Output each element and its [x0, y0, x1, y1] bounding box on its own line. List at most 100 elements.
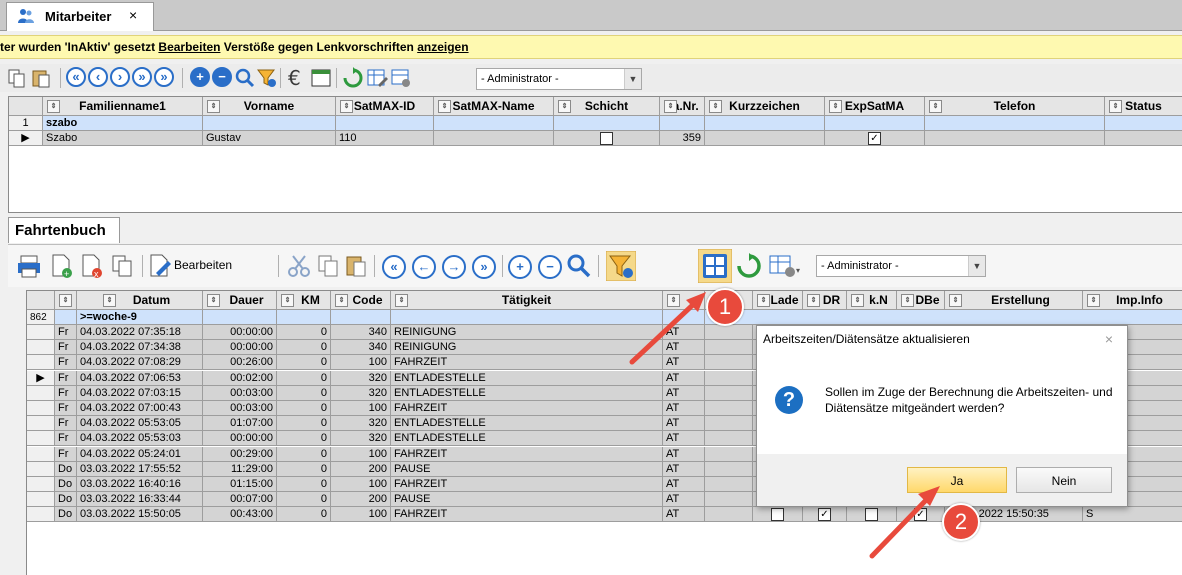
cell-empty[interactable] — [705, 401, 753, 416]
filter-km[interactable] — [277, 310, 331, 325]
filter-status[interactable] — [1105, 116, 1182, 131]
tab-mitarbeiter[interactable]: Mitarbeiter × — [6, 2, 154, 31]
filter-satmax-name[interactable] — [434, 116, 554, 131]
cell-typ[interactable]: AT — [663, 370, 705, 386]
cell-code[interactable]: 320 — [331, 385, 391, 401]
yes-button[interactable]: Ja — [907, 467, 1007, 493]
cell-dauer[interactable]: 00:00:00 — [203, 340, 277, 356]
cell-km[interactable]: 0 — [277, 446, 331, 462]
row-selector[interactable] — [27, 507, 55, 523]
cell-code[interactable]: 200 — [331, 492, 391, 508]
cell-taetigkeit[interactable]: FAHRZEIT — [391, 507, 663, 523]
copy-icon[interactable] — [316, 253, 340, 279]
cell-dauer[interactable]: 00:00:00 — [203, 431, 277, 447]
cell-satmax-id[interactable]: 110 — [336, 131, 434, 146]
table-settings-icon[interactable]: ▾ — [768, 253, 800, 279]
cell-dauer[interactable]: 00:02:00 — [203, 370, 277, 386]
cell-tag[interactable]: Fr — [55, 325, 77, 340]
column-header-dbe[interactable]: ⇕ DBe — [897, 291, 945, 310]
cell-expsatma[interactable]: ✓ — [825, 131, 925, 146]
cell-km[interactable]: 0 — [277, 507, 331, 523]
row-selector[interactable] — [27, 355, 55, 371]
refresh-icon[interactable] — [342, 67, 364, 89]
cell-code[interactable]: 340 — [331, 340, 391, 356]
cell-taetigkeit[interactable]: FAHRZEIT — [391, 446, 663, 462]
cell-tag[interactable]: Fr — [55, 401, 77, 416]
cell-code[interactable]: 100 — [331, 507, 391, 523]
filter-icon[interactable] — [606, 251, 636, 281]
row-selector[interactable] — [27, 340, 55, 356]
filter-schicht[interactable] — [554, 116, 660, 131]
cell-tag[interactable]: Fr — [55, 385, 77, 401]
cell-code[interactable]: 200 — [331, 461, 391, 477]
edit-table-icon[interactable] — [366, 67, 388, 89]
print-icon[interactable] — [16, 253, 42, 279]
cell-dauer[interactable]: 00:29:00 — [203, 446, 277, 462]
filter-tag[interactable] — [55, 310, 77, 325]
column-header-telefon[interactable]: ⇕ Telefon — [925, 97, 1105, 116]
filter-typ[interactable] — [663, 310, 705, 325]
cell-satmax-name[interactable] — [434, 131, 554, 146]
cell-datum[interactable]: 03.03.2022 16:40:16 — [77, 477, 203, 492]
cell-code[interactable]: 100 — [331, 477, 391, 492]
row-selector[interactable]: ▶ — [9, 131, 43, 146]
paste-icon[interactable] — [344, 253, 368, 279]
cell-km[interactable]: 0 — [277, 385, 331, 401]
cell-typ[interactable]: AT — [663, 431, 705, 447]
row-checkbox[interactable] — [771, 507, 784, 521]
cell-datum[interactable]: 04.03.2022 07:34:38 — [77, 340, 203, 356]
column-header-expsatma[interactable]: ⇕ ExpSatMA — [825, 97, 925, 116]
cell-taetigkeit[interactable]: ENTLADESTELLE — [391, 431, 663, 447]
column-header-dauer[interactable]: ⇕ Dauer — [203, 291, 277, 310]
cell-datum[interactable]: 04.03.2022 07:00:43 — [77, 401, 203, 416]
cell-tag[interactable]: Fr — [55, 446, 77, 462]
cell-checkbox[interactable]: ✓ — [803, 507, 847, 523]
column-header-kn[interactable]: ⇕ k.N — [847, 291, 897, 310]
cell-datum[interactable]: 04.03.2022 05:53:03 — [77, 431, 203, 447]
cell-dauer[interactable]: 00:03:00 — [203, 385, 277, 401]
filter-fanr[interactable] — [660, 116, 705, 131]
cell-typ[interactable]: AT — [663, 416, 705, 432]
new-record-icon[interactable]: + — [50, 253, 74, 279]
cell-empty[interactable] — [705, 385, 753, 401]
delete-record-icon[interactable]: x — [80, 253, 104, 279]
cell-dauer[interactable]: 01:07:00 — [203, 416, 277, 432]
filter-icon[interactable] — [256, 67, 278, 89]
previous-record-icon[interactable]: ← — [412, 255, 436, 279]
fahrtenbuch-profile-select[interactable]: - Administrator - ▼ — [816, 255, 986, 277]
cell-datum[interactable]: 03.03.2022 15:50:05 — [77, 507, 203, 523]
cell-km[interactable]: 0 — [277, 355, 331, 371]
zoom-in-icon[interactable]: + — [190, 67, 210, 87]
cell-schicht[interactable] — [554, 131, 660, 146]
cell-tag[interactable]: Fr — [55, 416, 77, 432]
cell-empty[interactable] — [705, 340, 753, 356]
row-selector[interactable] — [27, 461, 55, 477]
cell-empty[interactable] — [705, 446, 753, 462]
cell-code[interactable]: 100 — [331, 446, 391, 462]
row-checkbox[interactable] — [865, 507, 878, 521]
cell-taetigkeit[interactable]: ENTLADESTELLE — [391, 416, 663, 432]
cell-datum[interactable]: 04.03.2022 07:03:15 — [77, 385, 203, 401]
search-icon[interactable] — [566, 253, 592, 279]
cell-tag[interactable]: Do — [55, 461, 77, 477]
expsatma-checkbox[interactable]: ✓ — [868, 131, 881, 145]
cell-code[interactable]: 320 — [331, 416, 391, 432]
cell-empty[interactable] — [705, 507, 753, 523]
filter-taetigkeit[interactable] — [391, 310, 663, 325]
cell-km[interactable]: 0 — [277, 461, 331, 477]
cell-taetigkeit[interactable]: FAHRZEIT — [391, 355, 663, 371]
cell-code[interactable]: 100 — [331, 355, 391, 371]
column-header-dr[interactable]: ⇕ DR — [803, 291, 847, 310]
previous-record-icon[interactable]: ‹ — [88, 67, 108, 87]
cell-dauer[interactable]: 00:26:00 — [203, 355, 277, 371]
cell-code[interactable]: 320 — [331, 370, 391, 386]
cell-typ[interactable]: AT — [663, 325, 705, 340]
filter-telefon[interactable] — [925, 116, 1105, 131]
cell-taetigkeit[interactable]: FAHRZEIT — [391, 401, 663, 416]
cell-taetigkeit[interactable]: PAUSE — [391, 461, 663, 477]
copy-icon[interactable] — [6, 67, 28, 89]
cell-taetigkeit[interactable]: PAUSE — [391, 492, 663, 508]
close-icon[interactable]: × — [1105, 331, 1113, 347]
table-settings-icon[interactable] — [390, 67, 412, 89]
zoom-out-icon[interactable]: − — [212, 67, 232, 87]
